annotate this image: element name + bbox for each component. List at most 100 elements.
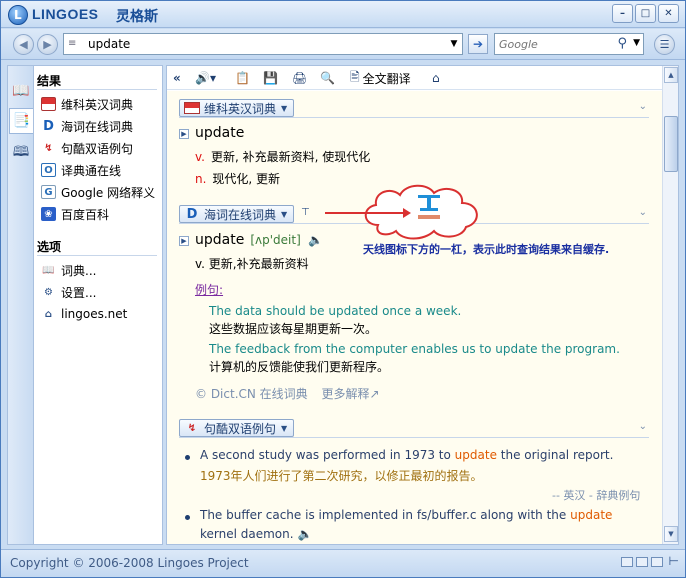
go-button[interactable]: ➔ [468, 34, 488, 54]
dropdown-arrow-icon[interactable]: ▼ [448, 37, 460, 51]
forward-arrow-icon: ▶ [43, 38, 52, 51]
go-arrow-icon: ➔ [472, 37, 484, 51]
translate-tab-icon[interactable]: 🕮 [9, 140, 33, 166]
app-title: LINGOES [32, 6, 99, 22]
annotation-arrow [325, 208, 411, 218]
sidebar-item-vicon[interactable]: 维科英汉词典 [41, 95, 133, 113]
minimize-button[interactable]: – [612, 4, 633, 23]
layout-icon[interactable] [636, 557, 648, 567]
example-cn: 这些数据应该每星期更新一次。 [209, 322, 378, 336]
options-heading: 选项 [37, 240, 62, 254]
annotation-caption: 天线图标下方的一杠，表示此时查询结果来自缓存. [363, 243, 610, 256]
speaker-icon[interactable]: 🔈 [308, 233, 323, 247]
home-icon[interactable]: ⌂ [432, 69, 440, 87]
dict-selector-dictcn[interactable]: D 海词在线词典 ▼ [179, 205, 295, 223]
layout-icon[interactable] [651, 557, 663, 567]
sidebar-item-label: 百度百科 [61, 207, 110, 222]
copyright-text: Copyright © 2006-2008 Lingoes Project [10, 556, 249, 570]
speaker-icon[interactable]: 🔊▾ [195, 69, 216, 87]
jukuu-icon: ↯ [187, 422, 197, 434]
search-box[interactable]: ≡ ▼ [63, 33, 463, 55]
scroll-up-icon[interactable]: ▲ [664, 67, 678, 83]
source-line: © Dict.CN 在线词典 更多解释↗ [195, 385, 380, 402]
flag-icon [184, 102, 200, 114]
collapse-sidebar-icon[interactable]: « [173, 69, 181, 87]
back-button[interactable]: ◀ [13, 34, 34, 55]
scroll-thumb[interactable] [664, 116, 678, 172]
results-heading: 结果 [37, 74, 62, 88]
collapse-chevron-icon[interactable]: ⌄ [639, 421, 647, 432]
layout-icon[interactable] [621, 557, 633, 567]
web-search-box[interactable]: ⚲ ▼ [494, 33, 644, 55]
sentence-source: -- 英汉 - 辞典例句 [552, 489, 641, 502]
full-translate-label: 全文翻译 [362, 71, 411, 86]
external-link-icon: ↗ [369, 387, 380, 401]
sidebar-item-settings[interactable]: ⚙ 设置... [41, 283, 96, 301]
search-icon[interactable]: ⚲ [617, 36, 627, 51]
sentence-en: The buffer cache is implemented in fs/bu… [200, 508, 612, 522]
dictionary-tab-icon[interactable]: 📑 [9, 108, 33, 134]
definition: v. 更新,补充最新资料 [195, 257, 309, 271]
sidebar-item-label: 海词在线词典 [61, 119, 134, 134]
title-bar[interactable]: L LINGOES 灵格斯 – □ ✕ [1, 1, 685, 28]
dict-name: 维科英汉词典 [204, 101, 277, 116]
sidebar-item-label: 设置... [61, 285, 97, 300]
copy-icon[interactable]: 📋 [235, 69, 250, 87]
forward-button[interactable]: ▶ [37, 34, 58, 55]
find-icon[interactable]: 🔍 [320, 69, 335, 87]
dict-name: 海词在线词典 [204, 207, 277, 222]
headword: update [ʌp'deit] 🔈 [195, 232, 323, 248]
flag-icon [41, 97, 56, 111]
list-icon[interactable]: ≡ [68, 38, 82, 50]
dropdown-arrow-icon: ▼ [281, 209, 288, 219]
expand-icon[interactable]: ▶ [179, 129, 189, 139]
bullet [185, 455, 190, 460]
sidebar-item-label: lingoes.net [61, 307, 128, 321]
app-title-cn: 灵格斯 [116, 9, 158, 25]
sidebar-item-homepage[interactable]: ⌂ lingoes.net [41, 305, 127, 323]
expand-icon[interactable]: ▶ [179, 236, 189, 246]
sidebar-item-jukuu[interactable]: ↯ 句酷双语例句 [41, 139, 133, 157]
print-icon[interactable]: 🖨 [292, 69, 307, 87]
save-icon[interactable]: 💾 [263, 69, 278, 87]
menu-button[interactable]: ☰ [654, 34, 675, 55]
sidebar-item-dictionaries[interactable]: 📖 词典... [41, 261, 96, 279]
dropdown-arrow-icon[interactable]: ▼ [633, 38, 640, 48]
sidebar-item-label: 句酷双语例句 [61, 141, 134, 156]
definition: 更新, 补充最新资料, 使现代化 [210, 150, 371, 164]
collapse-chevron-icon[interactable]: ⌄ [639, 101, 647, 112]
dict-name: 句酷双语例句 [204, 421, 277, 436]
dict-selector-vicon[interactable]: 维科英汉词典 ▼ [179, 99, 295, 117]
divider [37, 89, 157, 90]
sentence-en-line2: kernel daemon. 🔈 [200, 527, 313, 541]
sidebar-item-label: Google 网络释义 [61, 185, 156, 200]
sidebar-item-dreye[interactable]: O 译典通在线 [41, 161, 121, 179]
pin-icon[interactable]: ⊢ [669, 554, 679, 568]
speaker-icon[interactable]: 🔈 [298, 527, 313, 541]
collapse-chevron-icon[interactable]: ⌄ [639, 207, 647, 218]
sidebar-item-google[interactable]: G Google 网络释义 [41, 183, 155, 201]
web-search-input[interactable] [499, 37, 609, 52]
search-input[interactable] [88, 36, 438, 52]
part-of-speech: n. [195, 172, 207, 186]
more-link[interactable]: 更多解释 [322, 387, 370, 401]
home-icon: ⌂ [44, 308, 53, 320]
cached-antenna-icon: ⊤ [301, 207, 310, 218]
dict-selector-jukuu[interactable]: ↯ 句酷双语例句 ▼ [179, 419, 295, 437]
settings-icon: ⚙ [44, 286, 53, 298]
examples-label[interactable]: 例句: [195, 281, 223, 298]
maximize-button[interactable]: □ [635, 4, 656, 23]
sidebar-item-baidu[interactable]: ❀ 百度百科 [41, 205, 109, 223]
status-icons [621, 557, 663, 567]
book-tab-icon[interactable]: 📖 [9, 78, 33, 104]
close-button[interactable]: ✕ [658, 4, 679, 23]
full-translate-button[interactable]: 🖹 全文翻译 [350, 69, 411, 87]
scroll-down-icon[interactable]: ▼ [664, 526, 678, 542]
sidebar: 结果 维科英汉词典 D 海词在线词典 ↯ 句酷双语例句 O 译典通在线 G Go… [34, 65, 163, 545]
headword-text: update [195, 232, 245, 248]
sentence-cn: 1973年人们进行了第二次研究，以修正最初的报告。 [200, 469, 483, 483]
result-body: 维科英汉词典 ▼ ⌄ ▶ update v. 更新, 补充最新资料, 使现代化 n… [167, 91, 663, 544]
baidu-paw-icon: ❀ [41, 207, 56, 221]
sidebar-item-dictcn[interactable]: D 海词在线词典 [41, 117, 133, 135]
vertical-scrollbar[interactable]: ▲ ▼ [662, 66, 678, 544]
